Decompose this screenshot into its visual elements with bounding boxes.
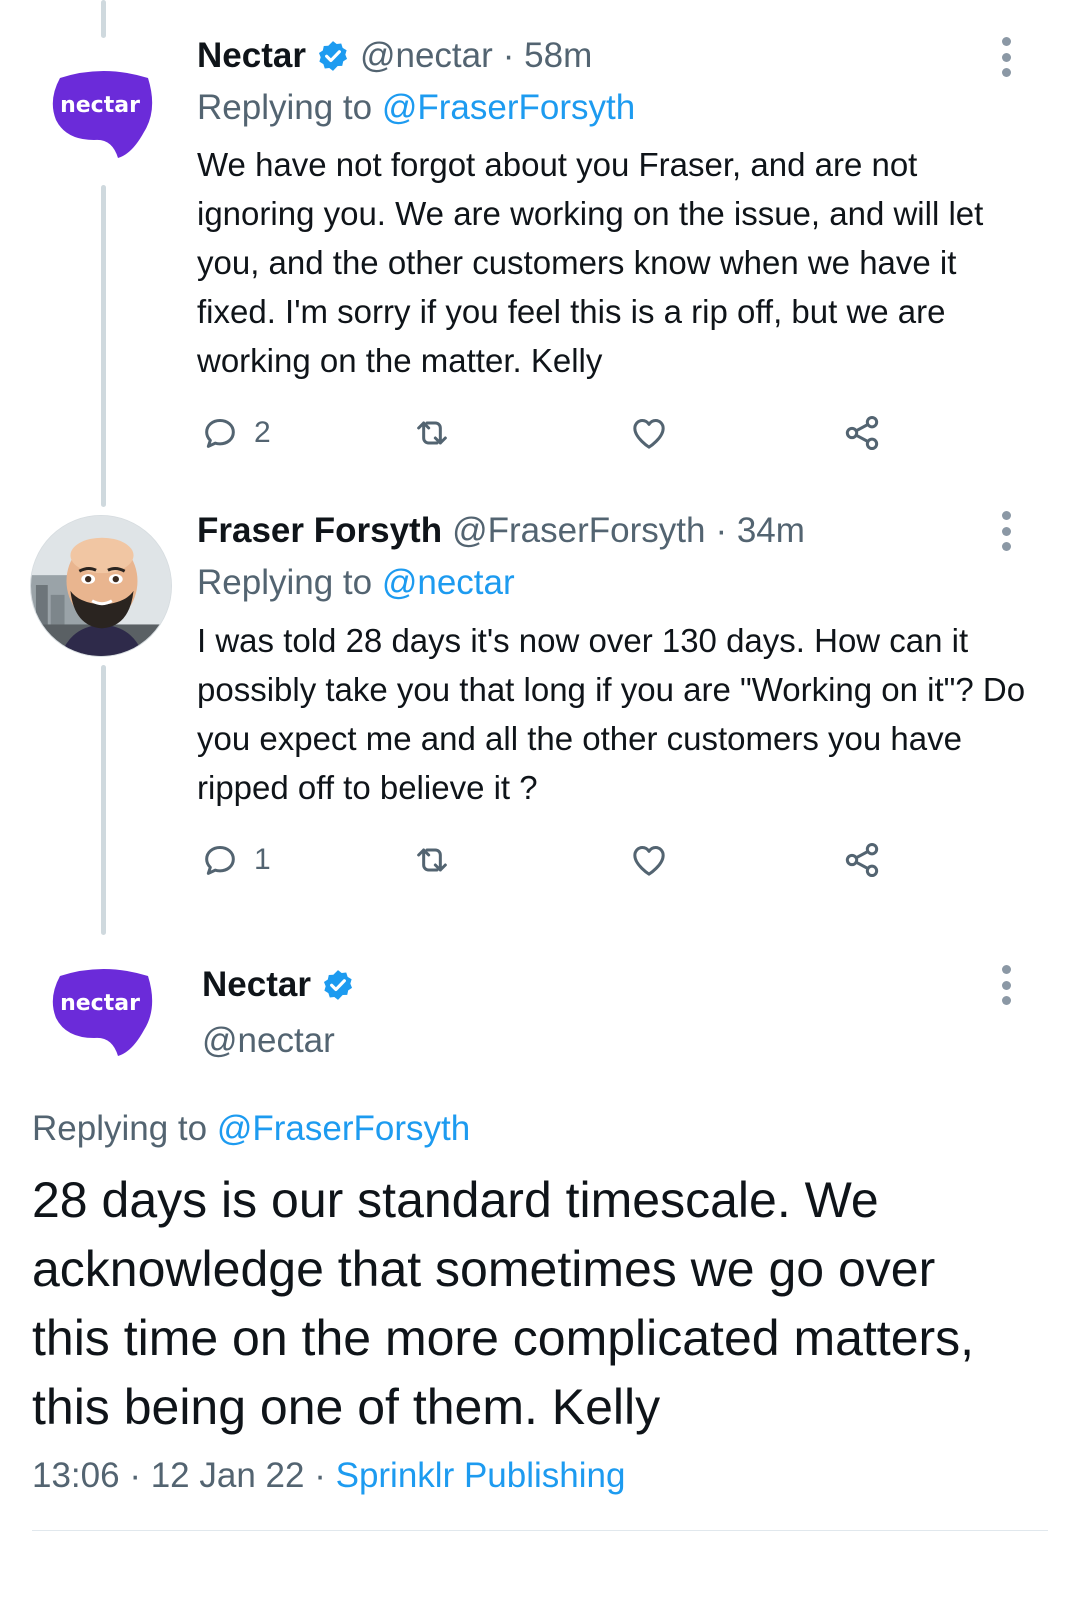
share-button[interactable] [842,413,882,453]
nectar-logo-icon: nectar [52,71,153,158]
verified-badge-icon [318,41,347,71]
replying-prefix: Replying to [197,88,373,127]
separator-dot: · [129,1456,141,1495]
tweet-text: I was told 28 days it's now over 130 day… [197,622,1026,806]
display-name[interactable]: Fraser Forsyth [197,511,442,551]
display-name[interactable]: Nectar [197,36,306,76]
handle[interactable]: @nectar [202,1021,335,1061]
avatar[interactable] [30,515,172,657]
reply-count: 1 [254,843,271,876]
tweet-source[interactable]: Sprinklr Publishing [336,1456,626,1495]
divider [32,1530,1048,1531]
tweet-actions: 2 [200,413,890,453]
nectar-logo-icon: nectar [52,969,153,1056]
share-icon [845,416,879,450]
svg-text:nectar: nectar [60,991,140,1016]
retweet-button[interactable] [412,840,629,880]
more-options-icon[interactable] [999,37,1013,77]
replying-to-link[interactable]: @FraserForsyth [382,88,635,127]
retweet-icon [417,421,447,445]
tweet-text: 28 days is our standard timescale. We ac… [32,1172,975,1435]
reply-icon [205,846,235,875]
reply-count: 2 [254,416,271,449]
replying-to: Replying to @FraserForsyth [197,88,635,128]
retweet-icon [417,848,447,872]
timestamp[interactable]: · 34m [715,511,804,551]
replying-to: Replying to @FraserForsyth [32,1109,470,1149]
tweet-actions: 1 [200,840,890,880]
replying-prefix: Replying to [32,1109,208,1148]
retweet-button[interactable] [412,413,629,453]
handle[interactable]: @FraserForsyth [452,511,705,551]
tweet-header: Fraser Forsyth @FraserForsyth · 34m [197,509,805,553]
timestamp[interactable]: · 58m [503,36,592,76]
thread-line-2 [101,665,106,935]
reply-icon [205,419,235,448]
more-options-icon[interactable] [999,511,1013,551]
share-icon [845,843,879,877]
tweet-header: Nectar @nectar · 58m [197,34,592,78]
replying-to-link[interactable]: @FraserForsyth [217,1109,470,1148]
thread-line-top [101,0,106,38]
tweet-meta: 13:06 · 12 Jan 22 · Sprinklr Publishing [32,1456,625,1496]
verified-badge-icon [323,970,352,1000]
like-button[interactable] [629,413,842,453]
replying-prefix: Replying to [197,563,373,602]
tweet-time[interactable]: 13:06 [32,1456,120,1495]
svg-text:nectar: nectar [60,93,140,118]
tweet-date[interactable]: 12 Jan 22 [151,1456,305,1495]
thread-line-1 [101,185,106,507]
separator-dot: · [314,1456,326,1495]
author-name-row: Nectar [202,963,355,1007]
like-icon [633,846,665,876]
tweet-text: We have not forgot about you Fraser, and… [197,146,984,379]
memoji-avatar-icon [31,516,171,656]
replying-to: Replying to @nectar [197,563,515,603]
more-options-icon[interactable] [999,965,1013,1005]
avatar[interactable]: nectar [48,966,158,1062]
like-button[interactable] [629,840,842,880]
like-icon [633,419,665,449]
display-name[interactable]: Nectar [202,965,311,1005]
reply-button[interactable]: 2 [200,413,412,453]
reply-button[interactable]: 1 [200,840,412,880]
replying-to-link[interactable]: @nectar [382,563,515,602]
share-button[interactable] [842,840,882,880]
handle[interactable]: @nectar [360,36,493,76]
avatar[interactable]: nectar [48,68,158,164]
